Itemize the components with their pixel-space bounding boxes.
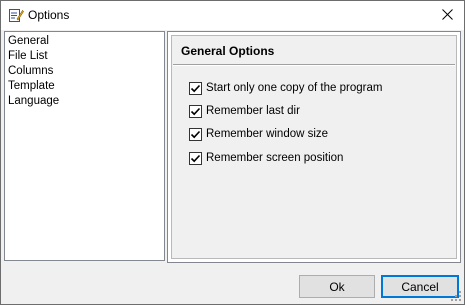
options-panel: General Options Start only one copy of t… bbox=[167, 31, 461, 263]
checkmark-icon bbox=[190, 84, 201, 92]
option-single-instance[interactable]: Start only one copy of the program bbox=[189, 80, 382, 96]
checkmark-icon bbox=[190, 130, 201, 138]
nav-item-language[interactable]: Language bbox=[8, 94, 161, 109]
nav-item-general[interactable]: General bbox=[8, 34, 161, 49]
nav-item-template[interactable]: Template bbox=[8, 79, 161, 94]
remember-screen-position-checkbox[interactable] bbox=[189, 151, 202, 165]
remember-window-size-checkbox[interactable] bbox=[189, 127, 202, 141]
single-instance-label: Start only one copy of the program bbox=[206, 82, 383, 94]
nav-item-file-list[interactable]: File List bbox=[8, 49, 161, 64]
close-icon bbox=[441, 8, 453, 23]
options-dialog: Options General File List Columns Templa… bbox=[0, 0, 465, 305]
options-app-icon bbox=[8, 7, 24, 23]
option-remember-window-size[interactable]: Remember window size bbox=[189, 126, 328, 142]
option-remember-last-dir[interactable]: Remember last dir bbox=[189, 103, 300, 119]
cancel-button[interactable]: Cancel bbox=[381, 275, 459, 298]
window-title: Options bbox=[28, 8, 70, 22]
remember-last-dir-checkbox[interactable] bbox=[189, 104, 202, 118]
panel-divider-highlight bbox=[173, 65, 455, 66]
remember-window-size-label: Remember window size bbox=[206, 128, 329, 140]
options-panel-inner: General Options Start only one copy of t… bbox=[171, 35, 457, 259]
option-remember-screen-position[interactable]: Remember screen position bbox=[189, 150, 343, 166]
checkmark-icon bbox=[190, 154, 201, 162]
resize-grip-icon[interactable] bbox=[450, 290, 462, 302]
category-list[interactable]: General File List Columns Template Langu… bbox=[4, 31, 165, 261]
ok-button[interactable]: Ok bbox=[299, 275, 375, 298]
checkmark-icon bbox=[190, 107, 201, 115]
title-bar[interactable]: Options bbox=[1, 1, 464, 30]
close-button[interactable] bbox=[430, 1, 464, 30]
remember-last-dir-label: Remember last dir bbox=[206, 105, 300, 117]
single-instance-checkbox[interactable] bbox=[189, 81, 202, 95]
remember-screen-position-label: Remember screen position bbox=[206, 152, 344, 164]
nav-item-columns[interactable]: Columns bbox=[8, 64, 161, 79]
panel-title: General Options bbox=[181, 44, 275, 58]
